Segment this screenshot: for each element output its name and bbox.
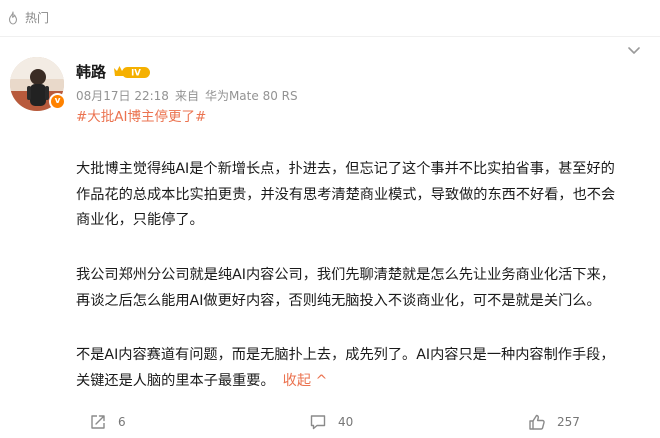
author-name[interactable]: 韩路 [76,62,106,82]
author-avatar[interactable]: v [10,57,66,111]
device-name: 华为Mate 80 RS [204,89,298,103]
text-line: 大批博主觉得纯AI是个新增长点，扑进去，但忘记了这个事并不比实拍省事，甚至好的 [76,161,615,177]
comment-icon [310,415,326,430]
text-line: 作品花的总成本比实拍更贵，并没有思考清楚商业模式，导致做的东西不好看，也不会 [76,186,616,203]
post-date[interactable]: 08月17日 22:18 [76,89,169,103]
like-count: 257 [557,415,580,429]
topic-link[interactable]: #大批AI博主停更了# [76,107,206,127]
action-bar: 6 40 257 [0,408,660,438]
header-divider [0,36,660,37]
thumbs-up-icon [529,414,545,430]
verified-mark: v [54,96,61,106]
feed-section-header: 热门 [0,0,660,36]
post-paragraph: 不是AI内容赛道有问题，而是无脑扑上去，成先列了。AI内容只是一种内容制作手段，… [76,343,615,394]
section-label: 热门 [25,11,50,25]
text-line: 关键还是人脑的里本子最重要。 [76,372,275,389]
fire-icon [8,11,18,25]
crown-level-badge: IV [114,66,150,79]
verified-badge: v [49,93,66,110]
collapse-link[interactable]: 收起 ^ [283,373,328,389]
share-icon [91,415,105,429]
chevron-down-icon[interactable] [624,40,644,60]
share-count: 6 [118,415,126,429]
source-prefix: 来自 [174,89,199,103]
text-line: 再谈之后怎么能用AI做更好内容，否则纯无脑投入不谈商业化，可不是就是关门么。 [76,292,601,309]
text-line: 我公司郑州分公司就是纯AI内容公司，我们先聊清楚就是怎么先让业务商业化活下来， [76,267,615,283]
comment-button[interactable]: 40 [308,412,353,432]
text-line: 商业化，只能停了。 [76,212,204,228]
post-paragraph: 我公司郑州分公司就是纯AI内容公司，我们先聊清楚就是怎么先让业务商业化活下来， … [76,263,615,314]
comment-count: 40 [338,415,354,429]
like-button[interactable]: 257 [527,412,580,432]
post-meta: 08月17日 22:18 来自 华为Mate 80 RS [76,88,298,104]
post-paragraph: 大批博主觉得纯AI是个新增长点，扑进去，但忘记了这个事并不比实拍省事，甚至好的 … [76,157,615,234]
text-line: 不是AI内容赛道有问题，而是无脑扑上去，成先列了。AI内容只是一种内容制作手段， [76,347,615,363]
share-button[interactable]: 6 [88,412,126,432]
text-line-last: 关键还是人脑的里本子最重要。 收起 ^ [76,369,615,395]
level-text: IV [131,69,141,79]
